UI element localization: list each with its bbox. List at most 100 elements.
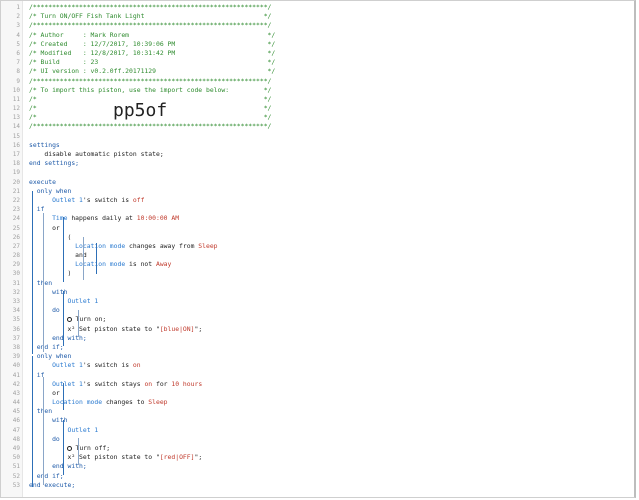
code-token: and bbox=[29, 251, 87, 260]
code-token: Sleep bbox=[198, 241, 218, 250]
code-token: /***************************************… bbox=[29, 21, 272, 30]
line-number: 26 bbox=[12, 233, 20, 241]
code-token: 's switch stays bbox=[82, 379, 145, 388]
code-line: 40 Outlet 1's switch is on bbox=[1, 361, 634, 370]
code-token: Location mode bbox=[29, 398, 103, 407]
code-text: /* Author : Mark Rorem */ bbox=[29, 31, 275, 40]
code-line: 53 end execute; bbox=[1, 481, 634, 490]
line-number: 9 bbox=[16, 77, 20, 85]
code-token: on bbox=[132, 361, 141, 370]
code-token: off bbox=[132, 195, 145, 204]
line-number: 10 bbox=[12, 86, 20, 94]
code-text: or bbox=[29, 389, 60, 398]
code-line: 23 if bbox=[1, 205, 634, 214]
code-line: 12/* */ bbox=[1, 104, 634, 113]
line-number: 40 bbox=[12, 362, 20, 370]
power-icon bbox=[67, 317, 73, 323]
power-icon bbox=[67, 446, 73, 451]
code-text: or bbox=[29, 224, 60, 233]
line-number: 42 bbox=[12, 380, 20, 388]
code-line: 43 or bbox=[1, 389, 634, 398]
code-line: 19 bbox=[1, 168, 634, 177]
code-token: only when bbox=[29, 352, 72, 361]
code-line: 52 end if; bbox=[1, 472, 634, 481]
code-line: 31 then bbox=[1, 279, 634, 288]
code-token: x² Set piston state to " bbox=[29, 453, 160, 462]
code-line: 21 only when bbox=[1, 187, 634, 196]
line-number: 4 bbox=[16, 31, 20, 39]
code-line: 25 or bbox=[1, 224, 634, 233]
code-text: Outlet 1's switch is on bbox=[29, 361, 141, 370]
code-line: 13/* */ bbox=[1, 113, 634, 122]
scope-bar-with-1 bbox=[78, 310, 79, 337]
code-line: 32 with bbox=[1, 288, 634, 297]
code-text: Time happens daily at 10:00:00 AM bbox=[29, 214, 179, 223]
code-token: only when bbox=[29, 186, 72, 195]
line-number: 28 bbox=[12, 252, 20, 260]
code-line: 17 disable automatic piston state; bbox=[1, 150, 634, 159]
line-number: 15 bbox=[12, 132, 20, 140]
code-token: Outlet 1 bbox=[29, 361, 83, 370]
line-number: 51 bbox=[12, 463, 20, 471]
code-line: 36 x² Set piston state to "[blue|ON]"; bbox=[1, 325, 634, 334]
code-text: /* Modified : 12/8/2017, 10:31:42 PM */ bbox=[29, 49, 275, 58]
code-token: disable automatic piston state; bbox=[29, 150, 164, 158]
code-line: 41 if bbox=[1, 371, 634, 380]
code-text: with bbox=[29, 288, 67, 297]
line-number: 22 bbox=[12, 196, 20, 204]
code-token: 's switch is bbox=[82, 361, 133, 370]
scope-bar-if-1 bbox=[43, 213, 44, 352]
code-token: Away bbox=[155, 260, 172, 269]
scope-bar-condition-1 bbox=[63, 217, 64, 282]
code-token: or bbox=[29, 223, 60, 232]
code-text: /***************************************… bbox=[29, 21, 271, 30]
line-number: 2 bbox=[16, 13, 20, 21]
code-token: 's switch is bbox=[82, 195, 133, 204]
line-number: 8 bbox=[16, 68, 20, 76]
scope-bar-group-inner bbox=[96, 243, 97, 274]
code-text: end execute; bbox=[29, 481, 75, 490]
code-text: x² Set piston state to "[red|OFF]"; bbox=[29, 453, 202, 462]
line-number: 1 bbox=[16, 4, 20, 11]
code-line: 20 execute bbox=[1, 178, 634, 187]
code-line: 26 ( bbox=[1, 233, 634, 242]
line-number: 38 bbox=[12, 343, 20, 351]
code-line: 35 Turn on; bbox=[1, 315, 634, 324]
code-token: Time bbox=[29, 214, 68, 223]
line-number: 18 bbox=[12, 160, 20, 168]
line-number: 45 bbox=[12, 408, 20, 416]
code-token: x² Set piston state to " bbox=[29, 324, 160, 333]
scope-bar-if-2 bbox=[43, 377, 44, 485]
line-number: 25 bbox=[12, 224, 20, 232]
code-token: "; bbox=[194, 453, 203, 462]
line-number: 44 bbox=[12, 399, 20, 407]
code-line: 22 Outlet 1's switch is off bbox=[1, 196, 634, 205]
scope-bar-only-when-1 bbox=[32, 191, 33, 354]
code-line: 48 do bbox=[1, 435, 634, 444]
line-number: 37 bbox=[12, 334, 20, 342]
code-token: end if; bbox=[29, 471, 64, 480]
line-number: 27 bbox=[12, 242, 20, 250]
code-text: x² Set piston state to "[blue|ON]"; bbox=[29, 325, 202, 334]
code-line: 7 /* Build : 23 */ bbox=[1, 58, 634, 67]
code-text: /***************************************… bbox=[29, 3, 271, 12]
code-line: 11/* */ bbox=[1, 95, 634, 104]
line-number: 32 bbox=[12, 288, 20, 296]
scope-bar-then-1 bbox=[63, 291, 64, 346]
code-line: 2 /* Turn ON/OFF Fish Tank Light */ bbox=[1, 12, 634, 21]
code-text: /* To import this piston, use the import… bbox=[29, 86, 271, 95]
code-line: 6 /* Modified : 12/8/2017, 10:31:42 PM */ bbox=[1, 49, 634, 58]
code-line: 37 end with; bbox=[1, 334, 634, 343]
code-text: settings bbox=[29, 141, 60, 150]
code-token: Outlet 1 bbox=[29, 195, 83, 204]
code-line: 4 /* Author : Mark Rorem */ bbox=[1, 31, 634, 40]
line-number: 16 bbox=[12, 141, 20, 149]
line-number: 30 bbox=[12, 270, 20, 278]
code-token: ) bbox=[29, 269, 72, 278]
code-token: with bbox=[29, 416, 68, 425]
scope-bar-group bbox=[83, 237, 84, 280]
code-line: 18 end settings; bbox=[1, 159, 634, 168]
line-number: 48 bbox=[12, 435, 20, 443]
code-text: Location mode is not Away bbox=[29, 260, 171, 269]
code-token: /* Build : 23 */ bbox=[29, 58, 276, 67]
